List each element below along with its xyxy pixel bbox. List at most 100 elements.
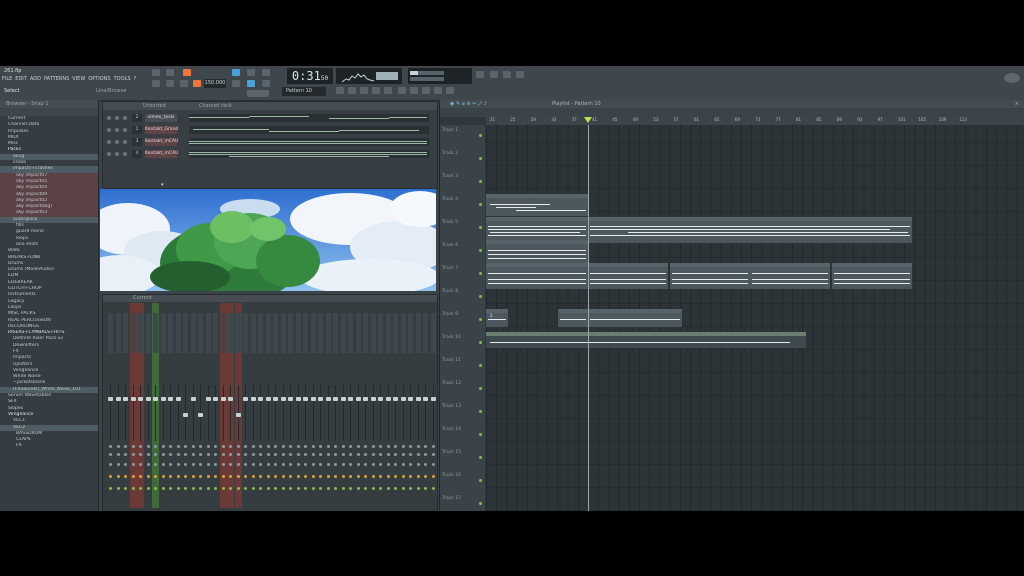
channel-piano-roll-preview[interactable]: [189, 126, 429, 134]
mixer-knob[interactable]: [161, 445, 165, 448]
playlist-clip[interactable]: CCL_SR 2: [486, 309, 508, 327]
mixer-strip[interactable]: [385, 303, 392, 508]
mixer-knob[interactable]: [116, 453, 120, 456]
mixer-knob[interactable]: [274, 463, 277, 466]
mixer-knob[interactable]: [154, 463, 157, 466]
mixer-knob[interactable]: [341, 487, 345, 490]
mixer-track-label[interactable]: [280, 313, 286, 353]
mixer-fader[interactable]: [145, 397, 151, 401]
mixer-knob[interactable]: [401, 445, 405, 448]
mixer-track-label[interactable]: [385, 313, 391, 353]
mixer-track-label[interactable]: [250, 313, 256, 353]
track-mute-led[interactable]: [479, 295, 482, 298]
mixer-strip[interactable]: [152, 303, 159, 508]
track-mute-led[interactable]: [479, 479, 482, 482]
mixer-knob[interactable]: [349, 475, 352, 478]
channel-row[interactable]: 4 Kontakt_mCAU: [103, 150, 437, 159]
mixer-track-label[interactable]: [408, 313, 413, 353]
mixer-track-label[interactable]: [295, 313, 301, 353]
mixer-knob[interactable]: [251, 487, 255, 490]
playhead-marker-icon[interactable]: [584, 117, 592, 123]
mixer-strip[interactable]: [332, 303, 339, 508]
project-icon[interactable]: [410, 87, 418, 94]
mixer-fader[interactable]: [340, 397, 346, 401]
mixer-knob[interactable]: [109, 463, 112, 466]
mixer-knob[interactable]: [124, 475, 127, 478]
track-header[interactable]: Track 4: [440, 194, 485, 218]
track-header[interactable]: Track 7: [440, 263, 485, 287]
mixer-knob[interactable]: [169, 453, 172, 456]
mixer-knob[interactable]: [401, 475, 405, 478]
track-header[interactable]: Track 10: [440, 332, 485, 356]
mixer-strip[interactable]: [407, 303, 414, 508]
mixer-knob[interactable]: [364, 475, 367, 478]
playlist-clip[interactable]: Pattern 7: [486, 263, 588, 289]
mixer-knob[interactable]: [229, 463, 232, 466]
playlist-scrollbar[interactable]: [440, 108, 1024, 117]
mixer-knob[interactable]: [199, 445, 202, 448]
mixer-fader[interactable]: [348, 397, 353, 401]
mixer-track-label[interactable]: [108, 313, 113, 353]
mixer-knob[interactable]: [124, 453, 127, 456]
record-button[interactable]: [193, 80, 201, 87]
mixer-knob[interactable]: [251, 445, 255, 448]
mixer-knob[interactable]: [251, 453, 255, 456]
mixer-fader[interactable]: [273, 397, 278, 401]
mixer-knob[interactable]: [191, 463, 195, 466]
mixer-fader[interactable]: [385, 397, 391, 401]
track-mute-led[interactable]: [479, 157, 482, 160]
track-mute-led[interactable]: [479, 387, 482, 390]
mixer-strip[interactable]: [234, 303, 242, 508]
playlist-clip[interactable]: Pattern 6: [486, 194, 588, 216]
mixer-knob[interactable]: [154, 487, 157, 490]
mixer-track-label[interactable]: [228, 313, 233, 353]
mixer-knob[interactable]: [236, 445, 240, 448]
mixer-knob[interactable]: [349, 453, 352, 456]
mixer-knob[interactable]: [154, 445, 157, 448]
mixer-track-label[interactable]: [123, 313, 128, 353]
playlist-clip[interactable]: Pattern 8: [832, 263, 912, 289]
mixer-knob[interactable]: [259, 475, 262, 478]
playlist-tools-icon[interactable]: ◉ ✎ ⌀ ⊘ ✂ ⤢ ♪: [450, 100, 487, 108]
mixer-knob[interactable]: [356, 453, 360, 456]
mixer-knob[interactable]: [371, 453, 375, 456]
mixer-knob[interactable]: [319, 475, 322, 478]
mixer-icon[interactable]: [384, 87, 392, 94]
mixer-knob[interactable]: [266, 445, 270, 448]
mixer-knob[interactable]: [131, 487, 135, 490]
mixer-knob[interactable]: [221, 453, 225, 456]
channel-row[interactable]: 3 Kontakt_mCAU: [103, 138, 437, 147]
mixer-track-label[interactable]: [243, 313, 248, 353]
snap-selector[interactable]: [247, 90, 269, 97]
timeline-ruler[interactable]: 21 25 29 33 37 41 45 49 53 57 61 65 69 73 77 81 85 89 93 97…: [486, 117, 1024, 125]
arrangement-grid[interactable]: Pattern 6 Pattern 2 Pattern 14 Pattern 4 Pat…: [486, 125, 1024, 511]
mixer-knob[interactable]: [371, 445, 375, 448]
mixer-fader[interactable]: [198, 413, 203, 417]
mixer-knob[interactable]: [319, 463, 322, 466]
mixer-knob[interactable]: [109, 453, 112, 456]
mixer-fader[interactable]: [108, 397, 113, 401]
mixer-knob[interactable]: [124, 445, 127, 448]
mixer-strip[interactable]: [257, 303, 264, 508]
mixer-knob[interactable]: [199, 475, 202, 478]
plugin-icon[interactable]: [422, 87, 430, 94]
mixer-knob[interactable]: [184, 463, 187, 466]
mixer-knob[interactable]: [326, 445, 330, 448]
mixer-knob[interactable]: [401, 463, 405, 466]
playlist-clip[interactable]: VEC2 Cymbals Crash 14: [588, 309, 682, 327]
mixer-strip[interactable]: [415, 303, 422, 508]
mixer-knob[interactable]: [296, 475, 300, 478]
track-header[interactable]: Track 1: [440, 125, 485, 149]
mixer-knob[interactable]: [206, 453, 210, 456]
mixer-strip[interactable]: [212, 303, 219, 508]
mixer-knob[interactable]: [334, 453, 337, 456]
mixer-knob[interactable]: [244, 487, 247, 490]
mixer-track-label[interactable]: [310, 313, 316, 353]
menu-view[interactable]: VIEW: [72, 76, 85, 82]
mixer-strip[interactable]: [295, 303, 302, 508]
typing-keyboard-button[interactable]: [232, 80, 240, 87]
mixer-strip[interactable]: [160, 303, 167, 508]
mixer-knob[interactable]: [394, 453, 397, 456]
help-icon[interactable]: [516, 71, 524, 78]
mixer-fader[interactable]: [295, 397, 301, 401]
